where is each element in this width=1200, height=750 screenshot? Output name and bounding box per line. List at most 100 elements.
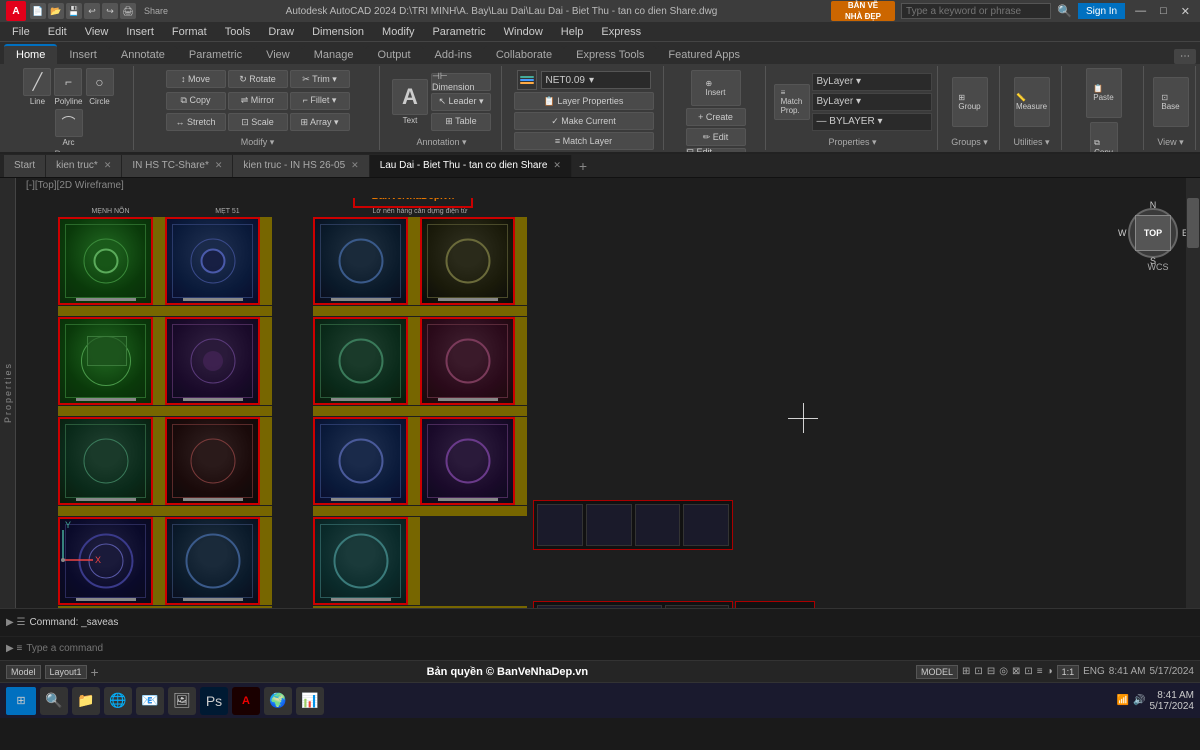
circle-button[interactable]: ○ Circle: [86, 68, 114, 106]
close-button[interactable]: ✕: [1177, 5, 1194, 18]
make-current-button[interactable]: ✓ Make Current: [514, 112, 654, 130]
scale-button[interactable]: ⊡ Scale: [228, 113, 288, 131]
copy-clipboard-button[interactable]: ⧉Copy: [1090, 122, 1118, 152]
tab-laudai-close[interactable]: ✕: [553, 160, 561, 171]
r-sheet-3-1[interactable]: [313, 417, 408, 505]
stretch-button[interactable]: ↔ Stretch: [166, 113, 226, 131]
taskbar-photos[interactable]: 🖼: [168, 687, 196, 715]
share-button[interactable]: Share: [140, 6, 172, 16]
model-mode-indicator[interactable]: MODEL: [916, 665, 958, 679]
taskbar-chrome[interactable]: 🌍: [264, 687, 292, 715]
tab-inhs-close[interactable]: ✕: [215, 160, 223, 171]
qa-new[interactable]: 📄: [30, 3, 46, 19]
sheet-3-1[interactable]: [58, 417, 153, 505]
tab-lau-dai[interactable]: Lau Dai - Biet Thu - tan co dien Share ✕: [370, 155, 572, 177]
taskbar-files[interactable]: 📁: [72, 687, 100, 715]
tab-insert[interactable]: Insert: [57, 46, 109, 64]
vertical-scrollbar[interactable]: [1186, 178, 1200, 608]
insert-button[interactable]: ⊕Insert: [691, 70, 741, 106]
bylayer-2-dropdown[interactable]: ByLayer ▾: [812, 93, 932, 111]
osnap-button[interactable]: ⊠: [1012, 666, 1020, 677]
layout1-tab-button[interactable]: Layout1: [45, 665, 87, 679]
paste-button[interactable]: 📋Paste: [1086, 68, 1122, 118]
tab-kientru2[interactable]: kien truc - IN HS 26-05 ✕: [233, 155, 369, 177]
tab-home[interactable]: Home: [4, 44, 57, 64]
group-button[interactable]: ⊞Group: [952, 77, 988, 127]
sign-in-button[interactable]: Sign In: [1078, 3, 1125, 19]
polar-button[interactable]: ◎: [999, 666, 1008, 677]
tab-kientru[interactable]: kien truc* ✕: [46, 155, 122, 177]
tab-kientru-close[interactable]: ✕: [104, 160, 112, 171]
taskbar-edge[interactable]: 🌐: [104, 687, 132, 715]
r-sheet-2-2[interactable]: [420, 317, 515, 405]
bottom-elev[interactable]: [533, 601, 733, 608]
taskbar-app1[interactable]: 📊: [296, 687, 324, 715]
copy-button[interactable]: ⧉ Copy: [166, 92, 226, 110]
scroll-thumb[interactable]: [1187, 198, 1199, 248]
featured-icon[interactable]: ⋯: [1174, 49, 1196, 64]
move-button[interactable]: ↕ Move: [166, 70, 226, 88]
menu-file[interactable]: File: [4, 24, 38, 40]
add-layout-button[interactable]: +: [91, 664, 99, 680]
menu-view[interactable]: View: [77, 24, 117, 40]
menu-edit[interactable]: Edit: [40, 24, 75, 40]
sheet-1-1[interactable]: [58, 217, 153, 305]
bottom-elev-2[interactable]: [735, 601, 815, 608]
menu-format[interactable]: Format: [164, 24, 215, 40]
tab-add-button[interactable]: +: [572, 155, 594, 177]
tab-output[interactable]: Output: [366, 46, 423, 64]
net-dropdown[interactable]: NET0.09 ▾: [541, 71, 651, 89]
search-icon[interactable]: 🔍: [1057, 4, 1072, 18]
model-tab-button[interactable]: Model: [6, 665, 41, 679]
tab-featured[interactable]: Featured Apps: [656, 46, 752, 64]
rotate-button[interactable]: ↻ Rotate: [228, 70, 288, 88]
anno-scale[interactable]: 1:1: [1057, 665, 1080, 679]
qa-print[interactable]: 🖨: [120, 3, 136, 19]
menu-help[interactable]: Help: [553, 24, 592, 40]
measure-button[interactable]: 📏Measure: [1014, 77, 1050, 127]
snap-button[interactable]: ⊡: [974, 666, 982, 677]
menu-draw[interactable]: Draw: [260, 24, 302, 40]
mirror-button[interactable]: ⇌ Mirror: [228, 92, 288, 110]
otrack-button[interactable]: ⊡: [1024, 666, 1032, 677]
edit-button[interactable]: ✏ Edit: [686, 128, 746, 146]
menu-express[interactable]: Express: [593, 24, 649, 40]
search-input[interactable]: [901, 3, 1051, 19]
create-button[interactable]: + Create: [686, 108, 746, 126]
polyline-button[interactable]: ⌐ Polyline: [54, 68, 82, 106]
tab-annotate[interactable]: Annotate: [109, 46, 177, 64]
layer-properties-button[interactable]: 📋 Layer Properties: [514, 92, 654, 110]
qa-open[interactable]: 📂: [48, 3, 64, 19]
taskbar-search[interactable]: 🔍: [40, 687, 68, 715]
qa-undo[interactable]: ↩: [84, 3, 100, 19]
sheet-2-2[interactable]: [165, 317, 260, 405]
match-properties-button[interactable]: ≡MatchProp.: [774, 84, 810, 120]
menu-dimension[interactable]: Dimension: [304, 24, 372, 40]
taskbar-autocad[interactable]: A: [232, 687, 260, 715]
array-button[interactable]: ⊞ Array ▾: [290, 113, 350, 131]
drawing-canvas[interactable]: MẸNH NÕN MẸT 51: [18, 198, 1200, 608]
match-layer-button[interactable]: ≡ Match Layer: [514, 132, 654, 150]
lineweight-button[interactable]: ≡: [1037, 666, 1043, 677]
tab-express[interactable]: Express Tools: [564, 46, 656, 64]
menu-modify[interactable]: Modify: [374, 24, 422, 40]
dimension-button[interactable]: ⊣⊢ Dimension: [431, 73, 491, 91]
line-button[interactable]: ╱ Line: [23, 68, 51, 106]
menu-parametric[interactable]: Parametric: [424, 24, 493, 40]
taskbar-photoshop[interactable]: Ps: [200, 687, 228, 715]
menu-window[interactable]: Window: [496, 24, 551, 40]
command-input[interactable]: [26, 643, 1194, 654]
tab-parametric[interactable]: Parametric: [177, 46, 254, 64]
edit-attributes-button[interactable]: ⊟ Edit Attributes: [686, 148, 746, 152]
minimize-button[interactable]: —: [1131, 5, 1150, 17]
sheet-3-2[interactable]: [165, 417, 260, 505]
tab-start[interactable]: Start: [4, 155, 46, 177]
tab-collaborate[interactable]: Collaborate: [484, 46, 564, 64]
properties-panel[interactable]: Properties: [0, 178, 16, 608]
leader-button[interactable]: ↖ Leader ▾: [431, 93, 491, 111]
fillet-button[interactable]: ⌐ Fillet ▾: [290, 92, 350, 110]
r-sheet-1-2[interactable]: [420, 217, 515, 305]
taskbar-mail[interactable]: 📧: [136, 687, 164, 715]
qa-redo[interactable]: ↪: [102, 3, 118, 19]
tab-inhs[interactable]: IN HS TC-Share* ✕: [122, 155, 233, 177]
